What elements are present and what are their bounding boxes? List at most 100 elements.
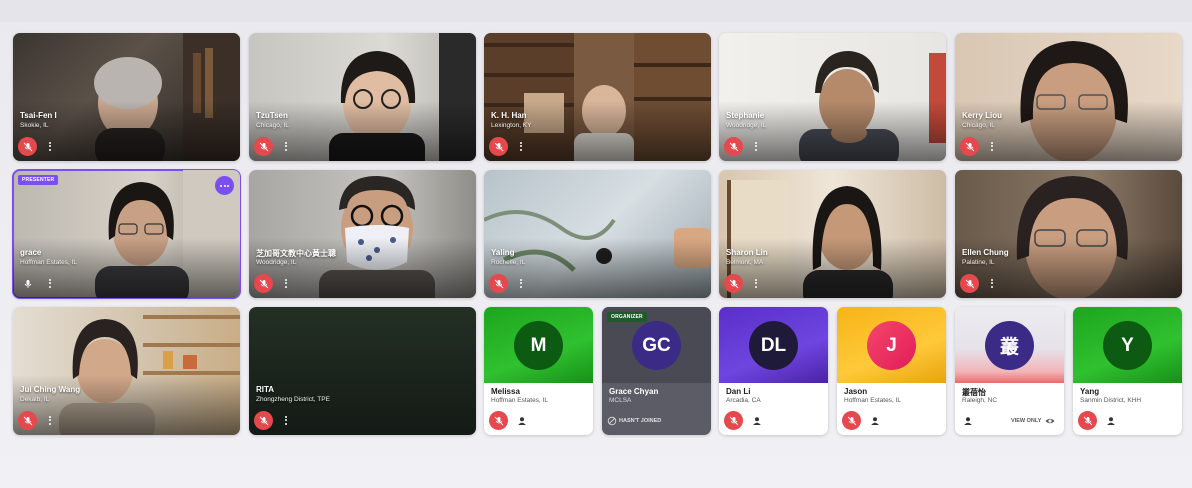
organizer-badge: ORGANIZER bbox=[607, 312, 647, 322]
status-label: HASN'T JOINED bbox=[619, 418, 662, 424]
person-icon bbox=[871, 417, 879, 425]
person-icon bbox=[753, 417, 761, 425]
mic-off-icon[interactable] bbox=[254, 411, 273, 430]
participant-location: Hoffman Estates, IL bbox=[491, 397, 548, 404]
participant-location: Lexington, KY bbox=[491, 122, 532, 129]
participant-location: MCLSA bbox=[609, 397, 632, 404]
participant-tile[interactable]: DL Dan Li Arcadia, CA bbox=[719, 307, 828, 435]
participant-name: Ellen Chung bbox=[962, 248, 1009, 257]
participant-tile[interactable]: M Melissa Hoffman Estates, IL bbox=[484, 307, 593, 435]
avatar: J bbox=[867, 321, 916, 370]
eye-icon bbox=[1045, 418, 1055, 424]
participant-name: grace bbox=[20, 248, 42, 257]
participant-tile[interactable]: 芝加哥文教中心黃士聰 Woodridge, IL bbox=[249, 170, 476, 298]
participant-name: Jui Ching Wang bbox=[20, 385, 81, 394]
more-options-icon[interactable] bbox=[987, 139, 997, 153]
participant-tile[interactable]: Tsai-Fen I Skokie, IL bbox=[13, 33, 240, 161]
avatar: DL bbox=[749, 321, 798, 370]
participant-tile[interactable]: Jui Ching Wang Dekalb, IL bbox=[13, 307, 240, 435]
mic-off-icon[interactable] bbox=[960, 137, 979, 156]
participant-name: Kerry Liou bbox=[962, 111, 1003, 120]
participant-name: K. H. Han bbox=[491, 111, 527, 120]
mic-off-icon[interactable] bbox=[842, 411, 861, 430]
more-options-icon[interactable] bbox=[281, 413, 291, 427]
top-bar bbox=[0, 0, 1192, 22]
mic-off-icon[interactable] bbox=[724, 274, 743, 293]
participant-tile[interactable]: Yaling Rochelle, IL bbox=[484, 170, 711, 298]
participant-name: 芝加哥文教中心黃士聰 bbox=[256, 249, 336, 258]
participant-tile[interactable]: RITA Zhongzheng District, TPE bbox=[249, 307, 476, 435]
more-options-icon[interactable] bbox=[516, 276, 526, 290]
participant-name: Yang bbox=[1080, 387, 1100, 396]
more-options-icon[interactable] bbox=[281, 276, 291, 290]
avatar: GC bbox=[632, 321, 681, 370]
mic-off-icon[interactable] bbox=[724, 411, 743, 430]
participant-location: Palatine, IL bbox=[962, 259, 995, 266]
participant-location: Woodridge, IL bbox=[256, 259, 297, 266]
avatar: M bbox=[514, 321, 563, 370]
more-options-icon[interactable] bbox=[751, 139, 761, 153]
mic-off-icon[interactable] bbox=[1078, 411, 1097, 430]
participant-name: Tsai-Fen I bbox=[20, 111, 57, 120]
mic-off-icon[interactable] bbox=[960, 274, 979, 293]
participant-location: Rochelle, IL bbox=[491, 259, 526, 266]
participant-location: Hoffman Estates, IL bbox=[844, 397, 901, 404]
participant-location: Chicago, IL bbox=[256, 122, 289, 129]
participant-location: Arcadia, CA bbox=[726, 397, 761, 404]
participant-name: Jason bbox=[844, 387, 868, 396]
more-options-icon[interactable] bbox=[215, 176, 234, 195]
participant-tile[interactable]: K. H. Han Lexington, KY bbox=[484, 33, 711, 161]
person-icon bbox=[1107, 417, 1115, 425]
participant-name: Yaling bbox=[491, 248, 515, 257]
participant-tile[interactable]: J Jason Hoffman Estates, IL bbox=[837, 307, 946, 435]
avatar: 叢 bbox=[985, 321, 1034, 370]
participant-name: Dan Li bbox=[726, 387, 751, 396]
participant-location: Hoffman Estates, IL bbox=[20, 259, 77, 266]
participant-tile[interactable]: PRESENTER grace Hoffman Estates, IL bbox=[12, 169, 241, 299]
participant-location: Raleigh, NC bbox=[962, 397, 998, 404]
more-options-icon[interactable] bbox=[516, 139, 526, 153]
more-options-icon[interactable] bbox=[751, 276, 761, 290]
participant-location: Skokie, IL bbox=[20, 122, 49, 129]
presenter-badge: PRESENTER bbox=[18, 175, 59, 185]
participant-tile[interactable]: TzuTsen Chicago, IL bbox=[249, 33, 476, 161]
more-options-icon[interactable] bbox=[45, 276, 55, 290]
participant-location: Dekalb, IL bbox=[20, 396, 50, 403]
mic-off-icon[interactable] bbox=[254, 274, 273, 293]
mic-off-icon[interactable] bbox=[18, 137, 37, 156]
participant-name: TzuTsen bbox=[256, 111, 288, 120]
mic-off-icon[interactable] bbox=[489, 274, 508, 293]
mic-icon[interactable] bbox=[18, 274, 37, 293]
participant-tile[interactable]: Sharon Lin Belmont, MA bbox=[719, 170, 946, 298]
participant-location: Woodridge, IL bbox=[726, 122, 767, 129]
participant-name: Sharon Lin bbox=[726, 248, 768, 257]
participant-name: Stephanie bbox=[726, 111, 765, 120]
participant-location: Chicago, IL bbox=[962, 122, 995, 129]
participant-location: Sanmin District, KHH bbox=[1080, 397, 1142, 404]
participant-name: Melissa bbox=[491, 387, 520, 396]
participant-location: Zhongzheng District, TPE bbox=[256, 396, 330, 403]
not-joined-icon bbox=[607, 416, 617, 426]
participant-tile[interactable]: Kerry Liou Chicago, IL bbox=[955, 33, 1182, 161]
person-icon bbox=[518, 417, 526, 425]
mic-off-icon[interactable] bbox=[18, 411, 37, 430]
person-icon bbox=[964, 417, 972, 425]
participant-tile[interactable]: 叢 叢蓓怡 Raleigh, NC VIEW ONLY bbox=[955, 307, 1064, 435]
more-options-icon[interactable] bbox=[45, 413, 55, 427]
mic-off-icon[interactable] bbox=[724, 137, 743, 156]
participant-tile[interactable]: Ellen Chung Palatine, IL bbox=[955, 170, 1182, 298]
status-label: VIEW ONLY bbox=[1011, 418, 1042, 424]
more-options-icon[interactable] bbox=[45, 139, 55, 153]
participant-tile[interactable]: Stephanie Woodridge, IL bbox=[719, 33, 946, 161]
more-options-icon[interactable] bbox=[281, 139, 291, 153]
participant-name: RITA bbox=[256, 385, 275, 394]
mic-off-icon[interactable] bbox=[489, 411, 508, 430]
mic-off-icon[interactable] bbox=[254, 137, 273, 156]
meeting-stage: Tsai-Fen I Skokie, IL TzuTsen Chicago, I… bbox=[0, 0, 1192, 488]
participant-tile[interactable]: Y Yang Sanmin District, KHH bbox=[1073, 307, 1182, 435]
avatar: Y bbox=[1103, 321, 1152, 370]
participant-tile[interactable]: ORGANIZER GC Grace Chyan MCLSA HASN'T JO… bbox=[602, 307, 711, 435]
participant-location: Belmont, MA bbox=[726, 259, 764, 266]
mic-off-icon[interactable] bbox=[489, 137, 508, 156]
more-options-icon[interactable] bbox=[987, 276, 997, 290]
